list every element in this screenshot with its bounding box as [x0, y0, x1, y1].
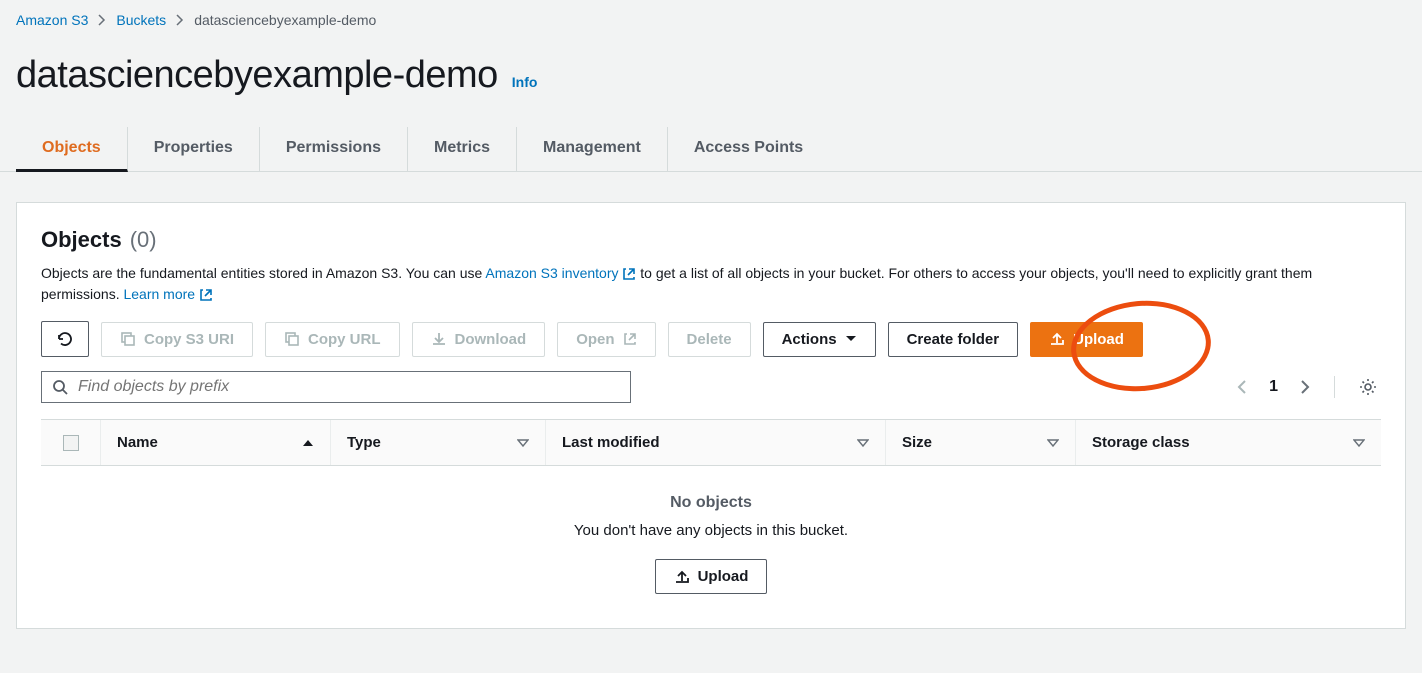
- toolbar: Copy S3 URI Copy URL Download Open: [41, 321, 1381, 357]
- empty-state: No objects You don't have any objects in…: [41, 466, 1381, 604]
- tab-permissions[interactable]: Permissions: [260, 127, 408, 171]
- button-label: Delete: [687, 331, 732, 348]
- create-folder-button[interactable]: Create folder: [888, 322, 1019, 357]
- empty-title: No objects: [41, 494, 1381, 512]
- sort-icon: [517, 438, 529, 448]
- column-storage-class[interactable]: Storage class: [1076, 420, 1381, 465]
- column-label: Storage class: [1092, 434, 1190, 451]
- upload-icon: [674, 569, 690, 585]
- button-label: Create folder: [907, 331, 1000, 348]
- button-label: Copy S3 URI: [144, 331, 234, 348]
- panel-count: (0): [130, 227, 157, 253]
- external-link-icon: [623, 332, 637, 346]
- column-checkbox[interactable]: [41, 420, 101, 465]
- button-label: Download: [455, 331, 527, 348]
- tabs: Objects Properties Permissions Metrics M…: [0, 127, 1422, 172]
- external-link-icon: [622, 267, 636, 281]
- table-header: Name Type Last modified Size: [41, 419, 1381, 466]
- search-box[interactable]: [41, 371, 631, 403]
- search-input[interactable]: [78, 378, 620, 396]
- column-size[interactable]: Size: [886, 420, 1076, 465]
- copy-icon: [120, 331, 136, 347]
- empty-upload-button[interactable]: Upload: [655, 559, 768, 594]
- breadcrumb-buckets[interactable]: Buckets: [116, 12, 166, 28]
- tab-management[interactable]: Management: [517, 127, 668, 171]
- inventory-link[interactable]: Amazon S3 inventory: [485, 265, 636, 281]
- tab-objects[interactable]: Objects: [16, 127, 128, 172]
- page-header: datasciencebyexample-demo Info: [0, 36, 1422, 127]
- column-label: Type: [347, 434, 381, 451]
- breadcrumb-root[interactable]: Amazon S3: [16, 12, 88, 28]
- caret-down-icon: [845, 335, 857, 343]
- copy-icon: [284, 331, 300, 347]
- button-label: Upload: [698, 568, 749, 585]
- copy-s3-uri-button[interactable]: Copy S3 URI: [101, 322, 253, 357]
- page-title: datasciencebyexample-demo: [16, 54, 498, 97]
- tab-metrics[interactable]: Metrics: [408, 127, 517, 171]
- page-prev-button[interactable]: [1233, 375, 1251, 399]
- open-button[interactable]: Open: [557, 322, 655, 357]
- delete-button[interactable]: Delete: [668, 322, 751, 357]
- objects-panel: Objects (0) Objects are the fundamental …: [16, 202, 1406, 629]
- page-number: 1: [1269, 378, 1278, 396]
- gear-icon: [1359, 378, 1377, 396]
- tab-access-points[interactable]: Access Points: [668, 127, 829, 171]
- actions-dropdown[interactable]: Actions: [763, 322, 876, 357]
- sort-icon: [1047, 438, 1059, 448]
- column-label: Size: [902, 434, 932, 451]
- select-all-checkbox[interactable]: [63, 435, 79, 451]
- sort-icon: [1353, 438, 1365, 448]
- copy-url-button[interactable]: Copy URL: [265, 322, 400, 357]
- empty-subtitle: You don't have any objects in this bucke…: [41, 522, 1381, 539]
- search-icon: [52, 379, 68, 395]
- upload-button[interactable]: Upload: [1030, 322, 1143, 357]
- info-link[interactable]: Info: [512, 74, 538, 90]
- panel-description: Objects are the fundamental entities sto…: [41, 263, 1381, 305]
- column-name[interactable]: Name: [101, 420, 331, 465]
- upload-icon: [1049, 331, 1065, 347]
- refresh-icon: [56, 330, 74, 348]
- refresh-button[interactable]: [41, 321, 89, 357]
- desc-text: Objects are the fundamental entities sto…: [41, 265, 485, 281]
- sort-asc-icon: [302, 438, 314, 448]
- breadcrumb-current: datasciencebyexample-demo: [194, 12, 376, 28]
- column-label: Name: [117, 434, 158, 451]
- panel-title: Objects: [41, 227, 122, 253]
- chevron-right-icon: [176, 14, 184, 26]
- chevron-right-icon: [98, 14, 106, 26]
- learn-more-link[interactable]: Learn more: [123, 286, 212, 302]
- column-last-modified[interactable]: Last modified: [546, 420, 886, 465]
- download-icon: [431, 331, 447, 347]
- divider: [1334, 376, 1335, 398]
- external-link-icon: [199, 288, 213, 302]
- sort-icon: [857, 438, 869, 448]
- button-label: Actions: [782, 331, 837, 348]
- button-label: Copy URL: [308, 331, 381, 348]
- button-label: Upload: [1073, 331, 1124, 348]
- column-type[interactable]: Type: [331, 420, 546, 465]
- pagination: 1: [1233, 374, 1381, 400]
- tab-properties[interactable]: Properties: [128, 127, 260, 171]
- page-next-button[interactable]: [1296, 375, 1314, 399]
- settings-button[interactable]: [1355, 374, 1381, 400]
- download-button[interactable]: Download: [412, 322, 546, 357]
- column-label: Last modified: [562, 434, 660, 451]
- button-label: Open: [576, 331, 614, 348]
- breadcrumb: Amazon S3 Buckets datasciencebyexample-d…: [0, 0, 1422, 36]
